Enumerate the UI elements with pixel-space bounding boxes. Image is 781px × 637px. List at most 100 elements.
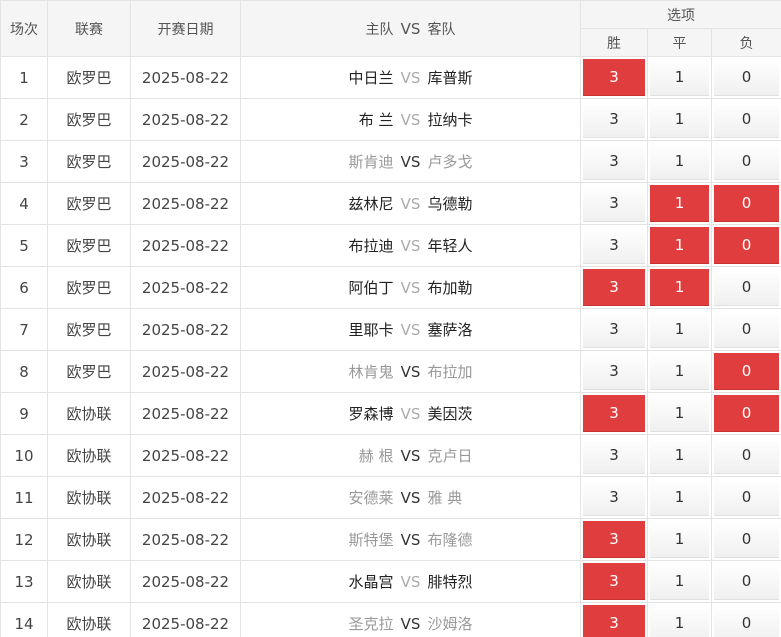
away-team: 库普斯 [427,69,473,87]
option-win-button[interactable]: 3 [583,185,645,222]
option-win-cell: 3 [580,224,648,267]
option-draw-cell: 1 [647,476,712,519]
option-draw-button[interactable]: 1 [650,353,709,390]
teams-wrap: 安德莱 VS 雅 典 [242,487,580,508]
option-loss-cell: 0 [710,518,781,561]
option-win-button[interactable]: 3 [583,437,645,474]
option-draw-cell: 1 [647,518,712,561]
option-draw-button[interactable]: 1 [650,185,709,222]
option-draw-button[interactable]: 1 [650,605,709,637]
option-draw-button[interactable]: 1 [650,227,709,264]
option-draw-button[interactable]: 1 [650,59,709,96]
option-draw-button[interactable]: 1 [650,311,709,348]
option-loss-button[interactable]: 0 [714,269,780,306]
match-teams: 水晶宫 VS 腓特烈 [240,560,581,603]
match-teams: 布 兰 VS 拉纳卡 [240,98,581,141]
option-loss-button[interactable]: 0 [714,605,780,637]
table-row: 7 欧罗巴 2025-08-22 里耶卡 VS 塞萨洛 3 1 0 [0,308,781,351]
table-body: 1 欧罗巴 2025-08-22 中日兰 VS 库普斯 3 1 0 2 欧罗巴 2025-08-22 布… [0,56,781,637]
option-win-button[interactable]: 3 [583,605,645,637]
home-team: 斯肯迪 [348,153,394,171]
option-loss-button[interactable]: 0 [714,59,780,96]
option-win-button[interactable]: 3 [583,269,645,306]
league-name: 欧罗巴 [47,98,131,141]
vs-label: VS [400,362,421,381]
option-draw-cell: 1 [647,182,712,225]
home-team: 安德莱 [348,489,394,507]
header-win: 胜 [580,28,648,57]
option-win-cell: 3 [580,308,648,351]
option-loss-button[interactable]: 0 [714,563,780,600]
header-home: 主队 [365,21,394,38]
option-win-button[interactable]: 3 [583,353,645,390]
option-loss-button[interactable]: 0 [714,521,780,558]
away-team: 布加勒 [427,279,473,297]
option-draw-button[interactable]: 1 [650,269,709,306]
teams-wrap: 布 兰 VS 拉纳卡 [242,109,580,130]
option-draw-cell: 1 [647,98,712,141]
header-teams: 主队 VS 客队 [240,0,581,57]
vs-label: VS [400,614,421,633]
option-win-cell: 3 [580,560,648,603]
table-row: 3 欧罗巴 2025-08-22 斯肯迪 VS 卢多戈 3 1 0 [0,140,781,183]
option-loss-button[interactable]: 0 [714,143,780,180]
away-team: 沙姆洛 [427,615,473,633]
table-row: 13 欧协联 2025-08-22 水晶宫 VS 腓特烈 3 1 0 [0,560,781,603]
away-team: 布拉加 [427,363,473,381]
away-team: 美因茨 [427,405,473,423]
option-draw-button[interactable]: 1 [650,101,709,138]
away-team: 拉纳卡 [427,111,473,129]
table-row: 2 欧罗巴 2025-08-22 布 兰 VS 拉纳卡 3 1 0 [0,98,781,141]
league-name: 欧罗巴 [47,224,131,267]
vs-label: VS [400,68,421,87]
option-win-button[interactable]: 3 [583,101,645,138]
option-draw-cell: 1 [647,434,712,477]
match-number: 8 [0,350,48,393]
option-draw-cell: 1 [647,308,712,351]
league-name: 欧罗巴 [47,56,131,99]
match-teams: 中日兰 VS 库普斯 [240,56,581,99]
option-win-cell: 3 [580,140,648,183]
league-name: 欧罗巴 [47,266,131,309]
vs-label: VS [400,278,421,297]
option-draw-button[interactable]: 1 [650,437,709,474]
match-number: 14 [0,602,48,637]
option-loss-button[interactable]: 0 [714,479,780,516]
option-win-cell: 3 [580,350,648,393]
option-loss-button[interactable]: 0 [714,353,780,390]
option-loss-button[interactable]: 0 [714,437,780,474]
option-draw-button[interactable]: 1 [650,563,709,600]
match-teams: 赫 根 VS 克卢日 [240,434,581,477]
table-row: 5 欧罗巴 2025-08-22 布拉迪 VS 年轻人 3 1 0 [0,224,781,267]
option-draw-button[interactable]: 1 [650,395,709,432]
option-loss-button[interactable]: 0 [714,101,780,138]
table-row: 1 欧罗巴 2025-08-22 中日兰 VS 库普斯 3 1 0 [0,56,781,99]
header-num: 场次 [0,0,48,57]
option-win-button[interactable]: 3 [583,143,645,180]
option-draw-button[interactable]: 1 [650,479,709,516]
option-draw-cell: 1 [647,266,712,309]
option-draw-button[interactable]: 1 [650,521,709,558]
home-team: 兹林尼 [348,195,394,213]
option-win-button[interactable]: 3 [583,563,645,600]
option-win-button[interactable]: 3 [583,479,645,516]
option-win-button[interactable]: 3 [583,59,645,96]
option-win-cell: 3 [580,182,648,225]
match-number: 7 [0,308,48,351]
league-name: 欧协联 [47,476,131,519]
option-loss-button[interactable]: 0 [714,227,780,264]
option-win-button[interactable]: 3 [583,521,645,558]
option-loss-button[interactable]: 0 [714,311,780,348]
option-win-button[interactable]: 3 [583,311,645,348]
option-draw-cell: 1 [647,560,712,603]
away-team: 克卢日 [427,447,473,465]
option-win-cell: 3 [580,602,648,637]
option-win-button[interactable]: 3 [583,395,645,432]
match-number: 2 [0,98,48,141]
option-draw-cell: 1 [647,56,712,99]
option-loss-button[interactable]: 0 [714,185,780,222]
match-number: 1 [0,56,48,99]
option-loss-button[interactable]: 0 [714,395,780,432]
option-draw-button[interactable]: 1 [650,143,709,180]
option-win-button[interactable]: 3 [583,227,645,264]
